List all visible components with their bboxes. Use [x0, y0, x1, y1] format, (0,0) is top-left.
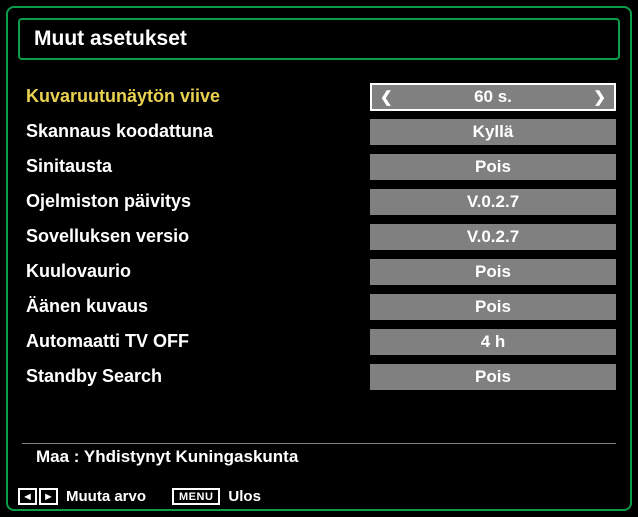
exit-label: Ulos	[228, 488, 261, 505]
arrow-right-icon: ►	[39, 488, 58, 505]
country-info: Maa : Yhdistynyt Kuningaskunta	[36, 447, 298, 467]
setting-value-text: V.0.2.7	[467, 192, 519, 212]
setting-label: Skannaus koodattuna	[22, 121, 370, 142]
setting-label: Automaatti TV OFF	[22, 331, 370, 352]
setting-label: Standby Search	[22, 366, 370, 387]
footer-divider	[22, 443, 616, 444]
chevron-left-icon[interactable]: ❮	[380, 88, 393, 106]
setting-value[interactable]: Pois	[370, 364, 616, 390]
setting-label: Kuulovaurio	[22, 261, 370, 282]
arrow-left-icon: ◄	[18, 488, 37, 505]
nav-arrows-icon[interactable]: ◄ ►	[18, 488, 58, 505]
setting-row[interactable]: Kuvaruutunäytön viive ❮ 60 s. ❯	[22, 80, 616, 113]
setting-value-text: 60 s.	[474, 87, 512, 107]
setting-row[interactable]: Standby Search Pois	[22, 360, 616, 393]
setting-label: Ojelmiston päivitys	[22, 191, 370, 212]
setting-value-text: Pois	[475, 157, 511, 177]
bottom-bar: ◄ ► Muuta arvo MENU Ulos	[18, 488, 620, 505]
setting-row[interactable]: Sovelluksen versio V.0.2.7	[22, 220, 616, 253]
setting-value-text: Pois	[475, 297, 511, 317]
setting-value[interactable]: V.0.2.7	[370, 189, 616, 215]
setting-value-text: 4 h	[481, 332, 506, 352]
setting-value-text: Kyllä	[473, 122, 514, 142]
change-value-label: Muuta arvo	[66, 488, 146, 505]
setting-row[interactable]: Ojelmiston päivitys V.0.2.7	[22, 185, 616, 218]
setting-label: Sovelluksen versio	[22, 226, 370, 247]
setting-row[interactable]: Skannaus koodattuna Kyllä	[22, 115, 616, 148]
page-title: Muut asetukset	[34, 27, 187, 51]
setting-label: Sinitausta	[22, 156, 370, 177]
setting-value[interactable]: ❮ 60 s. ❯	[370, 83, 616, 111]
setting-value[interactable]: Pois	[370, 294, 616, 320]
setting-value[interactable]: Kyllä	[370, 119, 616, 145]
setting-row[interactable]: Sinitausta Pois	[22, 150, 616, 183]
setting-label: Kuvaruutunäytön viive	[22, 86, 370, 107]
menu-button-icon[interactable]: MENU	[172, 488, 220, 505]
setting-row[interactable]: Äänen kuvaus Pois	[22, 290, 616, 323]
setting-value[interactable]: Pois	[370, 154, 616, 180]
setting-value-text: V.0.2.7	[467, 227, 519, 247]
setting-row[interactable]: Kuulovaurio Pois	[22, 255, 616, 288]
setting-value[interactable]: 4 h	[370, 329, 616, 355]
setting-value[interactable]: Pois	[370, 259, 616, 285]
setting-value-text: Pois	[475, 262, 511, 282]
setting-value-text: Pois	[475, 367, 511, 387]
setting-row[interactable]: Automaatti TV OFF 4 h	[22, 325, 616, 358]
settings-list: Kuvaruutunäytön viive ❮ 60 s. ❯ Skannaus koo…	[22, 80, 616, 395]
chevron-right-icon[interactable]: ❯	[593, 88, 606, 106]
setting-value[interactable]: V.0.2.7	[370, 224, 616, 250]
title-box: Muut asetukset	[18, 18, 620, 60]
setting-label: Äänen kuvaus	[22, 296, 370, 317]
